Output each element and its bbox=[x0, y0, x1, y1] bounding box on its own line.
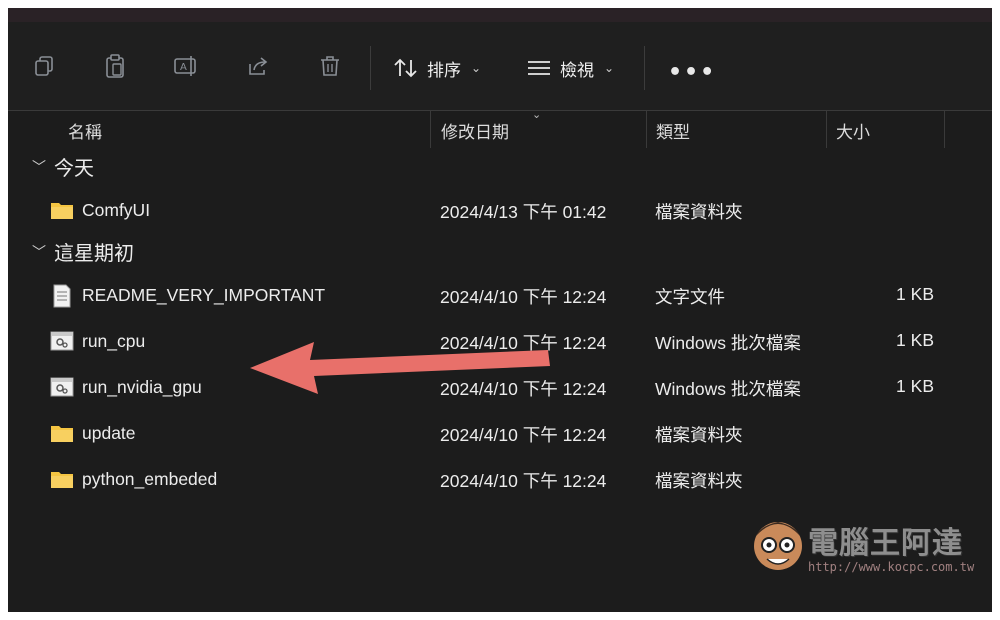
command-bar: A 排序 ⌄ 檢視 ⌄ ••• bbox=[8, 22, 992, 111]
group-header-today[interactable]: ﹀ 今天 bbox=[32, 152, 94, 181]
chevron-down-icon: ﹀ bbox=[32, 159, 46, 176]
folder-icon bbox=[50, 422, 74, 444]
column-divider[interactable] bbox=[826, 110, 827, 148]
clipboard-icon bbox=[106, 54, 124, 78]
file-size: 1 KB bbox=[896, 376, 934, 396]
chevron-down-icon: ⌄ bbox=[604, 61, 615, 75]
view-list-icon bbox=[528, 61, 550, 75]
column-size-header[interactable]: 大小 bbox=[836, 118, 870, 143]
column-divider[interactable] bbox=[646, 110, 647, 148]
toolbar-divider bbox=[644, 46, 645, 90]
file-name: run_cpu bbox=[82, 330, 146, 351]
sort-button[interactable]: 排序 ⌄ bbox=[393, 50, 481, 86]
file-date: 2024/4/10 下午 12:24 bbox=[440, 425, 607, 445]
delete-button[interactable] bbox=[310, 46, 350, 86]
file-name: README_VERY_IMPORTANT bbox=[82, 284, 326, 305]
column-header: 名稱 ⌄ 修改日期 類型 大小 bbox=[8, 108, 992, 148]
file-date: 2024/4/13 下午 01:42 bbox=[440, 202, 607, 222]
batch-file-icon bbox=[50, 330, 74, 352]
group-label: 今天 bbox=[54, 156, 94, 180]
list-item[interactable]: ComfyUI 2024/4/13 下午 01:42 檔案資料夾 bbox=[8, 190, 992, 230]
watermark-logo: 電腦王阿達 http://www.kocpc.com.tw bbox=[750, 514, 986, 588]
rename-icon: A bbox=[174, 56, 196, 76]
file-type: Windows 批次檔案 bbox=[655, 379, 801, 399]
sort-caret-icon: ⌄ bbox=[532, 108, 542, 121]
list-item[interactable]: python_embeded 2024/4/10 下午 12:24 檔案資料夾 bbox=[8, 459, 992, 499]
file-type: 檔案資料夾 bbox=[655, 425, 743, 445]
mascot-face-icon bbox=[754, 522, 802, 570]
file-type: Windows 批次檔案 bbox=[655, 333, 801, 353]
watermark-text: 電腦王阿達 bbox=[808, 526, 963, 561]
column-name-header[interactable]: 名稱 bbox=[68, 118, 102, 143]
folder-icon bbox=[50, 199, 74, 221]
file-size: 1 KB bbox=[896, 284, 934, 304]
sort-icon bbox=[394, 58, 417, 78]
sort-label: 排序 bbox=[427, 60, 461, 80]
toolbar-divider bbox=[370, 46, 371, 90]
folder-icon bbox=[50, 468, 74, 490]
file-type: 檔案資料夾 bbox=[655, 471, 743, 491]
group-label: 這星期初 bbox=[54, 241, 134, 265]
file-name: update bbox=[82, 422, 136, 443]
title-strip bbox=[8, 8, 992, 22]
view-button[interactable]: 檢視 ⌄ bbox=[526, 50, 614, 86]
batch-file-icon bbox=[50, 376, 74, 398]
paste-button[interactable] bbox=[95, 46, 135, 86]
copy-button[interactable] bbox=[24, 46, 64, 86]
view-label: 檢視 bbox=[560, 60, 594, 80]
column-divider[interactable] bbox=[944, 110, 945, 148]
file-name: python_embeded bbox=[82, 468, 218, 489]
chevron-down-icon: ⌄ bbox=[471, 61, 482, 75]
trash-icon bbox=[321, 56, 339, 76]
column-modified-header[interactable]: 修改日期 bbox=[441, 118, 509, 143]
file-type: 文字文件 bbox=[655, 287, 725, 307]
more-options-button[interactable]: ••• bbox=[668, 60, 716, 85]
file-date: 2024/4/10 下午 12:24 bbox=[440, 287, 607, 307]
share-button[interactable] bbox=[238, 46, 278, 86]
share-icon bbox=[249, 57, 268, 75]
chevron-down-icon: ﹀ bbox=[32, 244, 46, 261]
file-type: 檔案資料夾 bbox=[655, 202, 743, 222]
file-name: run_nvidia_gpu bbox=[82, 376, 202, 397]
list-item[interactable]: update 2024/4/10 下午 12:24 檔案資料夾 bbox=[8, 413, 992, 453]
column-type-header[interactable]: 類型 bbox=[656, 118, 690, 143]
file-explorer-window: A 排序 ⌄ 檢視 ⌄ ••• 名稱 ⌄ 修改日期 類型 大小 ﹀ 今天 Com… bbox=[8, 8, 992, 612]
copy-icon bbox=[35, 56, 53, 76]
file-name: ComfyUI bbox=[82, 199, 151, 220]
column-divider[interactable] bbox=[430, 110, 431, 148]
rename-button[interactable]: A bbox=[166, 46, 206, 86]
file-size: 1 KB bbox=[896, 330, 934, 350]
list-item[interactable]: README_VERY_IMPORTANT 2024/4/10 下午 12:24… bbox=[8, 275, 992, 315]
annotation-arrow-icon bbox=[250, 342, 550, 394]
group-header-this-week[interactable]: ﹀ 這星期初 bbox=[32, 237, 134, 266]
text-file-icon bbox=[50, 284, 74, 308]
svg-text:A: A bbox=[180, 62, 187, 73]
watermark-url: http://www.kocpc.com.tw bbox=[808, 560, 975, 574]
file-date: 2024/4/10 下午 12:24 bbox=[440, 471, 607, 491]
